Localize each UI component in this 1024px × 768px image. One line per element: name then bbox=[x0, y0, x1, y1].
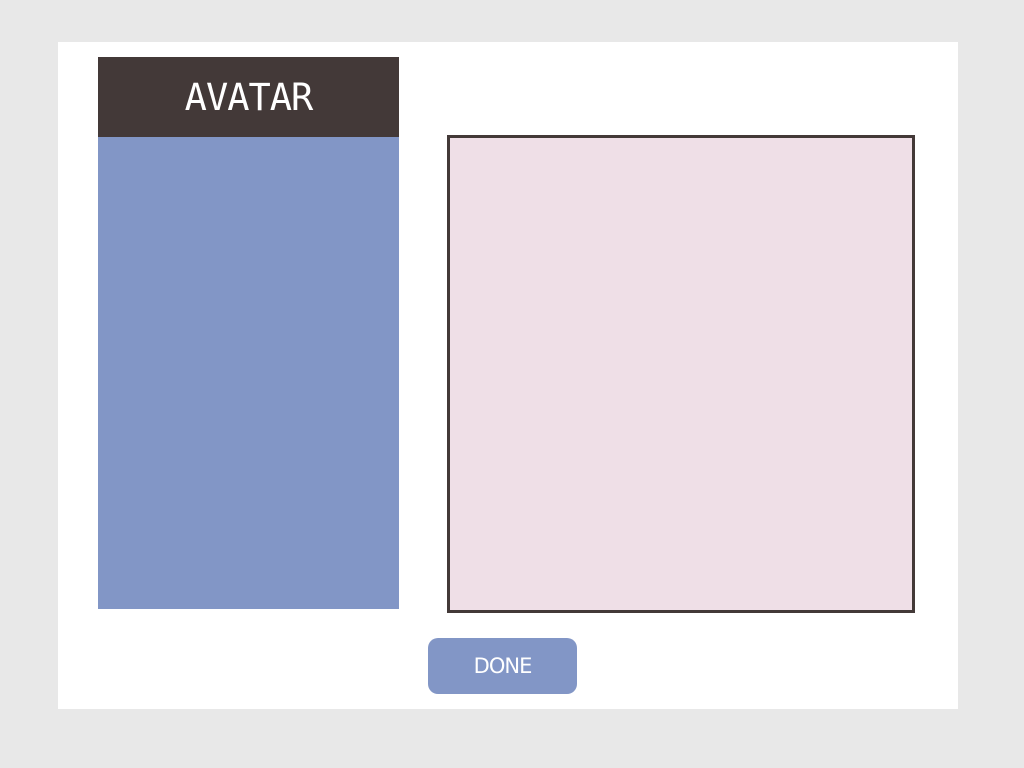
avatar-list[interactable] bbox=[98, 137, 399, 609]
avatar-preview bbox=[447, 135, 915, 613]
avatar-panel: AVATAR bbox=[98, 57, 399, 609]
avatar-panel-title: AVATAR bbox=[98, 57, 399, 137]
done-button[interactable]: DONE bbox=[428, 638, 577, 694]
avatar-dialog: AVATAR DONE bbox=[58, 42, 958, 709]
